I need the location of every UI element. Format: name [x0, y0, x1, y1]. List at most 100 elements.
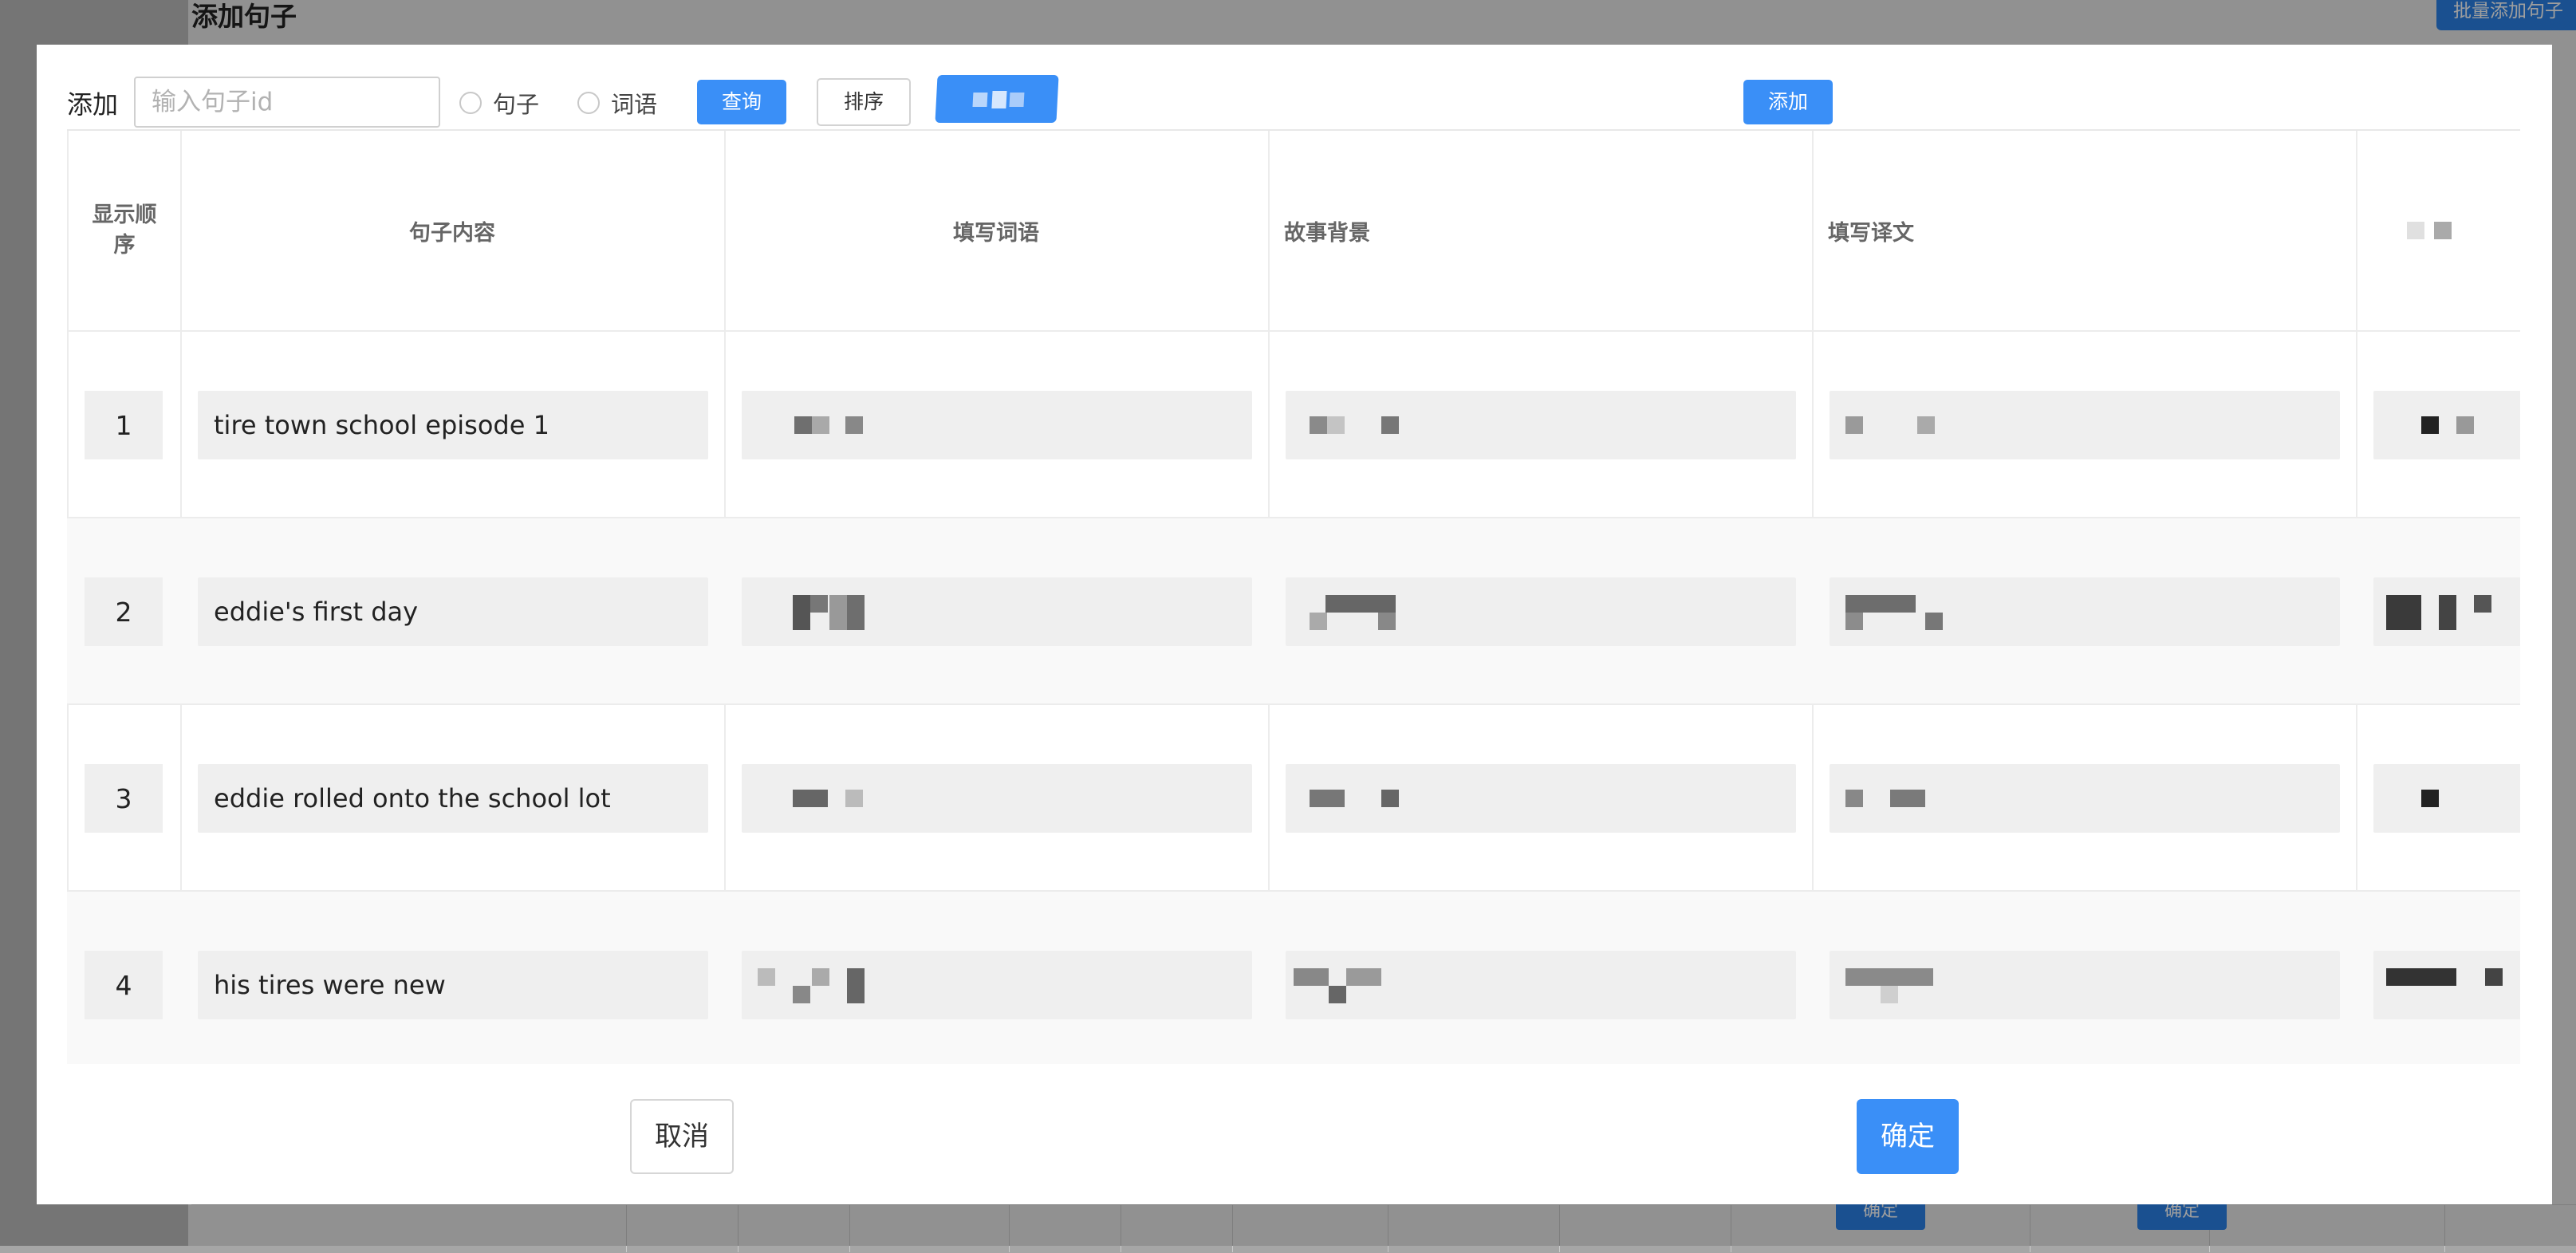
- redacted-button[interactable]: [935, 75, 1059, 123]
- redaction-pixel: [991, 91, 1007, 108]
- radio-sentence-label: 句子: [493, 91, 540, 118]
- sentence-content-cell[interactable]: his tires were new: [198, 951, 708, 1019]
- redacted-cell[interactable]: [2373, 391, 2520, 459]
- redaction-pixel: [845, 790, 863, 807]
- redacted-cell[interactable]: [1286, 951, 1796, 1019]
- header-fill-words: 填写词语: [953, 220, 1039, 246]
- cancel-button[interactable]: 取消: [630, 1099, 734, 1174]
- redaction-pixel: [2421, 790, 2439, 807]
- add-sentence-dialog: 添加 句子 词语 查询 排序 添加 显示顺序 句子内容 填写词语 故事背景 填写…: [37, 45, 2552, 1204]
- redaction-pixel: [758, 968, 775, 986]
- redacted-cell[interactable]: [1286, 764, 1796, 833]
- radio-circle[interactable]: [577, 92, 600, 114]
- header-sentence-content: 句子内容: [409, 220, 495, 246]
- radio-word[interactable]: 词语: [577, 86, 657, 120]
- redaction-pixel: [1294, 968, 1329, 986]
- redaction-pixel: [847, 595, 865, 630]
- redaction-pixel: [793, 790, 828, 807]
- add-label: 添加: [67, 89, 119, 120]
- sentence-content-cell[interactable]: tire town school episode 1: [198, 391, 708, 459]
- redaction-pixel: [2386, 595, 2421, 630]
- radio-circle[interactable]: [459, 92, 482, 114]
- redacted-cell[interactable]: [2373, 577, 2520, 646]
- sentence-content-cell[interactable]: eddie rolled onto the school lot: [198, 764, 708, 833]
- redaction-pixel: [2407, 222, 2424, 239]
- redacted-cell[interactable]: [742, 391, 1252, 459]
- redaction-pixel: [812, 416, 829, 434]
- sentence-text: tire town school episode 1: [214, 410, 549, 440]
- redaction-pixel: [1890, 790, 1925, 807]
- redaction-pixel: [2474, 595, 2491, 613]
- redaction-pixel: [1925, 613, 1943, 630]
- redacted-cell[interactable]: [1830, 577, 2340, 646]
- redaction-pixel: [1381, 790, 1399, 807]
- redaction-pixel: [1009, 93, 1025, 107]
- redacted-cell[interactable]: [742, 577, 1252, 646]
- row-order: 1: [85, 391, 163, 459]
- redaction-pixel: [1845, 595, 1916, 613]
- sentence-text: eddie's first day: [214, 597, 419, 627]
- radio-sentence[interactable]: 句子: [459, 86, 539, 120]
- redaction-pixel: [1325, 595, 1396, 613]
- redacted-cell[interactable]: [1830, 951, 2340, 1019]
- redaction-pixel: [1917, 416, 1935, 434]
- redaction-pixel: [793, 595, 810, 630]
- redacted-cell[interactable]: [2373, 951, 2520, 1019]
- redaction-pixel: [1845, 968, 1933, 986]
- redacted-cell[interactable]: [742, 951, 1252, 1019]
- redaction-pixel: [972, 93, 988, 107]
- redaction-pixel: [810, 595, 828, 613]
- redaction-pixel: [1845, 613, 1863, 630]
- sentence-id-input[interactable]: [134, 77, 440, 128]
- redaction-pixel: [1378, 613, 1396, 630]
- redaction-pixel: [1310, 790, 1345, 807]
- query-button[interactable]: 查询: [697, 80, 786, 124]
- redaction-pixel: [1310, 613, 1327, 630]
- confirm-button[interactable]: 确定: [1857, 1099, 1959, 1174]
- sentence-text: his tires were new: [214, 970, 446, 1000]
- sentence-content-cell[interactable]: eddie's first day: [198, 577, 708, 646]
- redaction-pixel: [812, 968, 829, 986]
- redaction-pixel: [2386, 968, 2456, 986]
- redaction-pixel: [793, 986, 810, 1003]
- redaction-pixel: [2456, 416, 2474, 434]
- header-fill-translation: 填写译文: [1828, 220, 1914, 246]
- redacted-cell[interactable]: [1830, 391, 2340, 459]
- redaction-pixel: [847, 968, 865, 1003]
- redaction-pixel: [2439, 595, 2456, 630]
- radio-word-label: 词语: [611, 91, 658, 118]
- header-redacted: [2386, 131, 2498, 330]
- sentence-text: eddie rolled onto the school lot: [214, 783, 611, 814]
- redacted-cell[interactable]: [1286, 577, 1796, 646]
- header-display-order: 显示顺序: [92, 203, 157, 258]
- redaction-pixel: [1329, 986, 1346, 1003]
- redaction-pixel: [1381, 416, 1399, 434]
- table-row[interactable]: 3 eddie rolled onto the school lot: [67, 703, 2520, 890]
- table-row[interactable]: 1 tire town school episode 1: [67, 330, 2520, 517]
- add-button[interactable]: 添加: [1743, 80, 1833, 124]
- redacted-cell[interactable]: [742, 764, 1252, 833]
- redaction-pixel: [1310, 416, 1327, 434]
- redacted-cell[interactable]: [1286, 391, 1796, 459]
- redaction-pixel: [1845, 790, 1863, 807]
- table-row[interactable]: 4 his tires were new: [67, 890, 2520, 1064]
- row-order: 4: [85, 951, 163, 1019]
- header-story-background: 故事背景: [1284, 220, 1370, 246]
- redaction-pixel: [1881, 986, 1898, 1003]
- sort-button[interactable]: 排序: [817, 78, 911, 126]
- redaction-pixel: [1327, 416, 1345, 434]
- redaction-pixel: [2434, 222, 2452, 239]
- table-row[interactable]: 2 eddie's first day: [67, 517, 2520, 703]
- redaction-pixel: [1346, 968, 1381, 986]
- redacted-cell[interactable]: [2373, 764, 2520, 833]
- redaction-pixel: [2485, 968, 2503, 986]
- redaction-pixel: [1845, 416, 1863, 434]
- row-order: 2: [85, 577, 163, 646]
- redaction-pixel: [829, 595, 847, 630]
- row-order: 3: [85, 764, 163, 833]
- redacted-cell[interactable]: [1830, 764, 2340, 833]
- redaction-pixel: [845, 416, 863, 434]
- redaction-pixel: [2421, 416, 2439, 434]
- redaction-pixel: [794, 416, 812, 434]
- sentence-table: 显示顺序 句子内容 填写词语 故事背景 填写译文 1 tire town sch…: [67, 129, 2520, 1064]
